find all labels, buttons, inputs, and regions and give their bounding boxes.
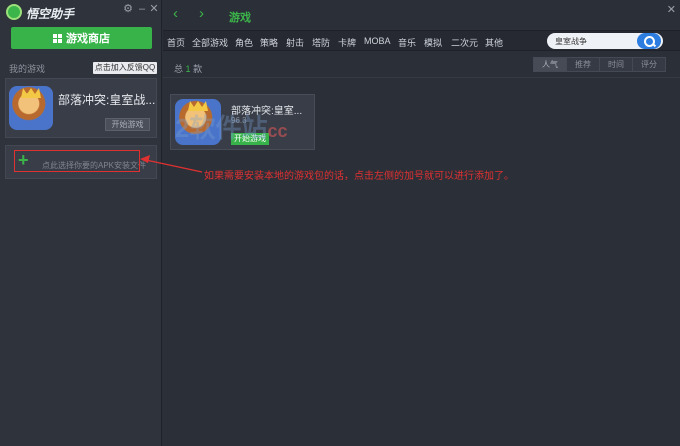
annotation-arrow bbox=[140, 155, 203, 173]
annotation-text: 如果需要安装本地的游戏包的话，点击左侧的加号就可以进行添加了。 bbox=[204, 171, 514, 182]
